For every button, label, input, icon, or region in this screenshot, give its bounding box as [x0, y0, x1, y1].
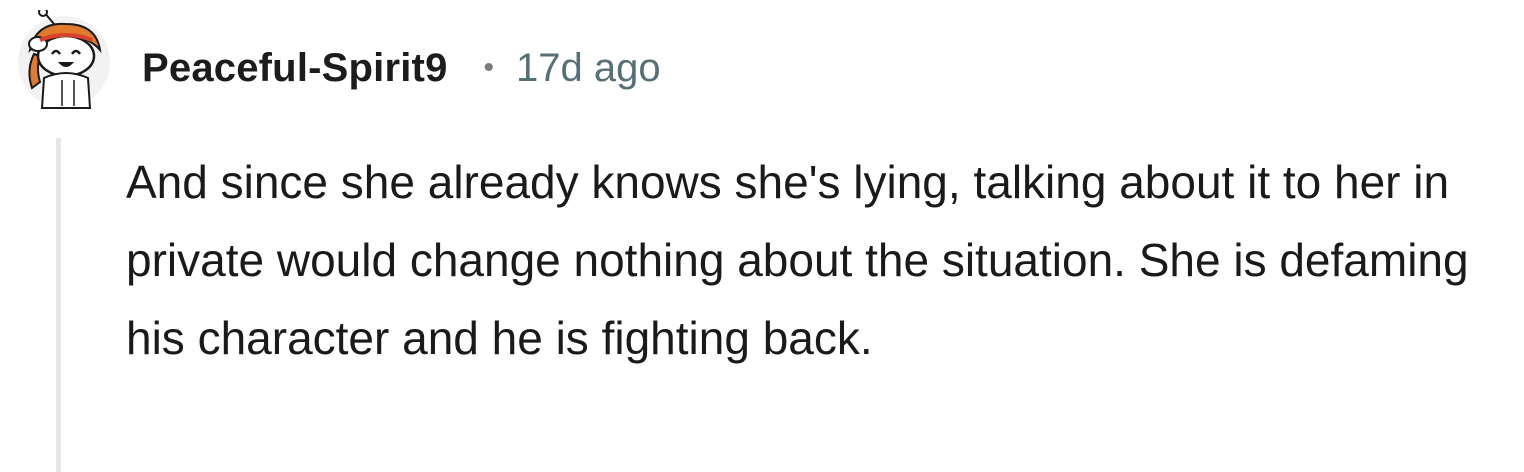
- avatar[interactable]: [14, 7, 114, 110]
- thread-line[interactable]: [56, 138, 61, 472]
- username-link[interactable]: Peaceful-Spirit9: [142, 46, 448, 91]
- timestamp[interactable]: 17d ago: [516, 46, 661, 91]
- comment-body: And since she already knows she's lying,…: [126, 156, 1469, 364]
- separator-dot: •: [483, 51, 495, 84]
- snoo-avatar-icon: [18, 7, 110, 109]
- comment-header: Peaceful-Spirit9 • 17d ago: [142, 40, 661, 96]
